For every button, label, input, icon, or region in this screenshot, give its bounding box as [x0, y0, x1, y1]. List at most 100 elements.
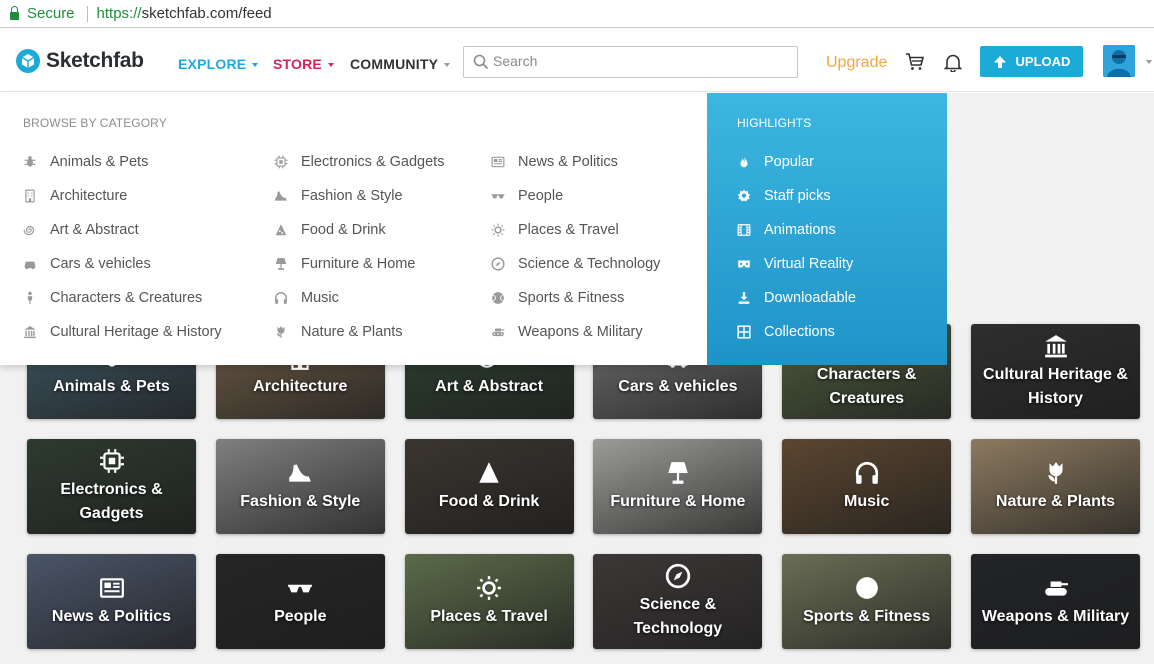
- highlight-item[interactable]: Collections: [737, 315, 856, 349]
- category-menu-item[interactable]: People: [491, 179, 660, 213]
- nav-store[interactable]: STORE: [273, 56, 334, 72]
- heel-icon: [289, 464, 312, 482]
- category-tile-label: Places & Travel: [430, 608, 548, 625]
- category-tile[interactable]: Food & Drink: [404, 439, 574, 534]
- avatar[interactable]: [1103, 45, 1135, 77]
- highlight-label: Staff picks: [764, 188, 831, 204]
- tulip-icon: [276, 326, 285, 338]
- headphones-icon: [855, 461, 878, 484]
- category-tile-label: Electronics & Gadgets: [60, 481, 163, 522]
- category-menu-item[interactable]: Animals & Pets: [23, 145, 222, 179]
- tank-icon: [491, 325, 505, 339]
- category-tile[interactable]: Electronics & Gadgets: [27, 439, 196, 534]
- category-label: Furniture & Home: [301, 256, 416, 272]
- grid-icon: [737, 325, 751, 339]
- category-menu-item[interactable]: Art & Abstract: [23, 213, 222, 247]
- category-tile[interactable]: Places & Travel: [404, 554, 574, 649]
- sketchfab-logo[interactable]: Sketchfab: [16, 49, 144, 73]
- upload-button[interactable]: UPLOAD: [980, 46, 1083, 77]
- category-menu-item[interactable]: Food & Drink: [274, 213, 444, 247]
- category-tile-label: Furniture & Home: [610, 493, 746, 510]
- highlight-item[interactable]: Staff picks: [737, 179, 856, 213]
- newspaper-icon: [98, 574, 126, 602]
- category-label: People: [518, 188, 564, 204]
- highlight-label: Downloadable: [764, 290, 856, 306]
- category-column: Animals & Pets Architecture Art & Abstract…: [23, 145, 222, 349]
- newspaper-icon: [99, 578, 124, 598]
- category-menu-item[interactable]: Nature & Plants: [274, 315, 444, 349]
- ball-icon: [855, 577, 878, 599]
- cart-icon[interactable]: [905, 53, 925, 71]
- category-menu-item[interactable]: Places & Travel: [491, 213, 660, 247]
- category-tile[interactable]: Furniture & Home: [593, 439, 763, 534]
- url-path: sketchfab.com/feed: [141, 5, 272, 22]
- temple-icon: [1042, 332, 1070, 360]
- highlight-item[interactable]: Animations: [737, 213, 856, 247]
- nav-explore-label: EXPLORE: [178, 56, 247, 72]
- lamp-icon: [664, 459, 692, 487]
- search-box[interactable]: [463, 46, 798, 78]
- highlight-label: Animations: [764, 222, 836, 238]
- lamp-icon: [274, 257, 288, 271]
- category-menu-item[interactable]: Sports & Fitness: [491, 281, 660, 315]
- highlights-heading: HIGHLIGHTS: [737, 116, 812, 130]
- category-tile[interactable]: News & Politics: [27, 554, 196, 649]
- category-tile[interactable]: Sports & Fitness: [782, 554, 952, 649]
- url-text[interactable]: https://sketchfab.com/feed: [97, 5, 272, 22]
- category-tile[interactable]: Nature & Plants: [971, 439, 1140, 534]
- category-menu-item[interactable]: Electronics & Gadgets: [274, 145, 444, 179]
- upgrade-link[interactable]: Upgrade: [826, 54, 887, 72]
- secure-label: Secure: [27, 5, 75, 22]
- category-menu-item[interactable]: Characters & Creatures: [23, 281, 222, 315]
- glasses-icon: [491, 189, 505, 203]
- avatar-image-icon: [1103, 45, 1135, 77]
- category-menu-item[interactable]: Fashion & Style: [274, 179, 444, 213]
- category-label: Characters & Creatures: [50, 290, 203, 306]
- sketchfab-logo-icon: [16, 49, 40, 73]
- category-menu-item[interactable]: Science & Technology: [491, 247, 660, 281]
- tank-icon: [1044, 581, 1068, 596]
- account-chevron-down-icon[interactable]: [1146, 60, 1152, 64]
- nav-explore[interactable]: EXPLORE: [178, 56, 259, 72]
- tank-icon: [1042, 574, 1070, 602]
- temple-icon: [24, 326, 36, 339]
- compass-icon: [664, 562, 692, 590]
- bug-icon: [23, 155, 37, 169]
- pizza-icon: [475, 459, 503, 487]
- headphones-icon: [853, 459, 881, 487]
- nav-community[interactable]: COMMUNITY: [350, 56, 451, 72]
- download-icon: [738, 292, 750, 304]
- compass-icon: [491, 257, 505, 271]
- category-tile[interactable]: Science & Technology: [593, 554, 763, 649]
- browser-address-bar[interactable]: Secure https://sketchfab.com/feed: [0, 0, 1154, 28]
- category-menu-item[interactable]: News & Politics: [491, 145, 660, 179]
- building-icon: [25, 189, 35, 203]
- chip-icon: [99, 449, 124, 473]
- category-tile[interactable]: Music: [782, 439, 952, 534]
- highlight-item[interactable]: Virtual Reality: [737, 247, 856, 281]
- category-tile[interactable]: Cultural Heritage & History: [971, 324, 1140, 419]
- search-input[interactable]: [493, 53, 783, 69]
- download-icon: [737, 291, 751, 305]
- highlight-label: Collections: [764, 324, 835, 340]
- category-label: Fashion & Style: [301, 188, 403, 204]
- highlights-list: Popular Staff picks Animations Virtual Real…: [737, 145, 856, 349]
- category-tile[interactable]: Weapons & Military: [971, 554, 1140, 649]
- bell-icon[interactable]: [944, 53, 962, 72]
- category-menu-item[interactable]: Cultural Heritage & History: [23, 315, 222, 349]
- highlight-item[interactable]: Popular: [737, 145, 856, 179]
- category-menu-item[interactable]: Weapons & Military: [491, 315, 660, 349]
- pizza-icon: [479, 462, 499, 483]
- sun-icon: [491, 223, 505, 237]
- category-menu-item[interactable]: Music: [274, 281, 444, 315]
- category-tile[interactable]: Fashion & Style: [215, 439, 385, 534]
- chip-icon: [274, 155, 288, 169]
- newspaper-icon: [491, 156, 505, 168]
- category-menu-item[interactable]: Architecture: [23, 179, 222, 213]
- category-menu-item[interactable]: Cars & vehicles: [23, 247, 222, 281]
- nav-community-label: COMMUNITY: [350, 56, 439, 72]
- category-menu-item[interactable]: Furniture & Home: [274, 247, 444, 281]
- highlight-item[interactable]: Downloadable: [737, 281, 856, 315]
- heel-icon: [274, 189, 288, 203]
- category-tile[interactable]: People: [215, 554, 385, 649]
